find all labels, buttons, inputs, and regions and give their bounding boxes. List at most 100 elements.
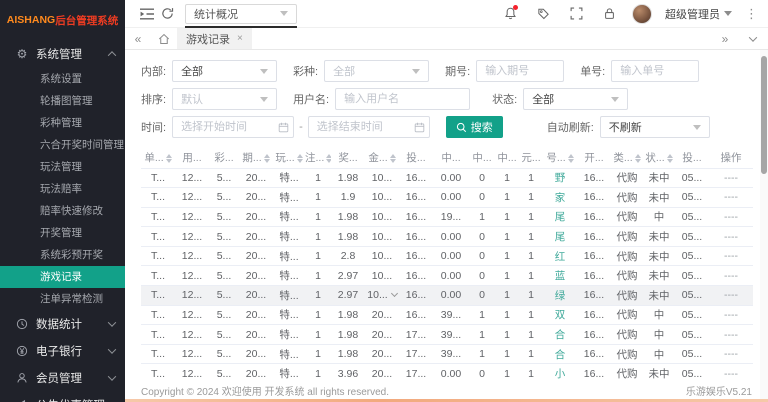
cell: 12... <box>175 207 209 227</box>
sort-icon[interactable] <box>297 154 303 163</box>
sidebar-group-3[interactable]: 公告优惠管理 <box>0 391 125 402</box>
order-no-label: 单号: <box>580 63 605 79</box>
sort-icon[interactable] <box>667 154 673 163</box>
table-row-7[interactable]: T...12...5...20...特...11.9820...16...39.… <box>141 305 753 325</box>
cell: 5... <box>209 305 239 325</box>
scroll-tabs-right-icon[interactable]: » <box>712 28 738 49</box>
cell: 20... <box>365 344 399 364</box>
sidebar-item-10[interactable]: 注单异常检测 <box>0 288 125 310</box>
user-avatar[interactable] <box>632 4 652 24</box>
sidebar-item-0[interactable]: 系统设置 <box>0 68 125 90</box>
tag-icon[interactable] <box>533 4 553 24</box>
column-header-4[interactable]: 玩... <box>273 148 305 168</box>
sort-icon[interactable] <box>390 154 396 163</box>
table-row-8[interactable]: T...12...5...20...特...11.9820...17...39.… <box>141 325 753 345</box>
cell: 特... <box>273 286 305 306</box>
table-row-9[interactable]: T...12...5...20...特...11.9820...17...39.… <box>141 344 753 364</box>
fullscreen-icon[interactable] <box>566 4 586 24</box>
sort-icon[interactable] <box>264 154 270 163</box>
cell: 39... <box>433 325 469 345</box>
sidebar-item-9-active[interactable]: 游戏记录 <box>0 266 125 288</box>
scroll-tabs-left-icon[interactable]: « <box>125 28 151 49</box>
collapse-menu-icon[interactable] <box>137 4 157 24</box>
column-header-7[interactable]: 金... <box>365 148 399 168</box>
issue-input[interactable] <box>476 60 564 82</box>
vertical-scrollbar-thumb[interactable] <box>761 56 767 174</box>
lottery-select[interactable]: 全部 <box>324 60 429 82</box>
home-icon[interactable] <box>151 28 177 49</box>
sort-icon[interactable] <box>635 154 641 163</box>
cell: 05... <box>675 168 709 188</box>
table-row-2[interactable]: T...12...5...20...特...11.9810...16...19.… <box>141 207 753 227</box>
module-select[interactable]: 统计概况 <box>185 4 297 24</box>
sidebar-item-6[interactable]: 赔率快速修改 <box>0 200 125 222</box>
column-header-15[interactable]: 类... <box>611 148 643 168</box>
close-icon[interactable]: × <box>237 33 243 44</box>
start-time-input[interactable] <box>172 116 294 138</box>
sort-icon[interactable] <box>166 154 172 163</box>
cell: 1.98 <box>331 325 365 345</box>
vertical-scrollbar-track[interactable] <box>760 50 768 399</box>
cell: ---- <box>709 344 753 364</box>
cell: T... <box>141 344 175 364</box>
search-button[interactable]: 搜索 <box>446 116 503 138</box>
order-no-input[interactable] <box>611 60 699 82</box>
auto-refresh-select[interactable]: 不刷新 <box>600 116 710 138</box>
end-time-input[interactable] <box>308 116 430 138</box>
cell: ---- <box>709 286 753 306</box>
column-header-13[interactable]: 号... <box>543 148 577 168</box>
lock-icon[interactable] <box>599 4 619 24</box>
sidebar-item-2[interactable]: 彩种管理 <box>0 112 125 134</box>
sidebar-group-0[interactable]: 数据统计 <box>0 310 125 337</box>
cell: 代购 <box>611 227 643 247</box>
table-row-6[interactable]: T...12...5...20...特...12.9710...16...0.0… <box>141 286 753 306</box>
cell: 1 <box>519 305 543 325</box>
table-row-3[interactable]: T...12...5...20...特...11.9810...16...0.0… <box>141 227 753 247</box>
sidebar-group-system[interactable]: ⚙ 系统管理 <box>0 40 125 68</box>
cell: 16... <box>399 286 433 306</box>
more-options-icon[interactable]: ⋮ <box>745 6 758 22</box>
cell: 16... <box>577 325 611 345</box>
sort-icon[interactable] <box>568 154 574 163</box>
sidebar-item-5[interactable]: 玩法赔率 <box>0 178 125 200</box>
column-header-0[interactable]: 单... <box>141 148 175 168</box>
cell: 1.98 <box>331 344 365 364</box>
table-body: T...12...5...20...特...11.9810...16...0.0… <box>141 168 753 384</box>
notifications-bell-icon[interactable] <box>500 4 520 24</box>
cell: T... <box>141 305 175 325</box>
status-select[interactable]: 全部 <box>523 88 628 110</box>
expand-chevron-icon[interactable] <box>391 290 398 297</box>
column-header-16[interactable]: 状... <box>643 148 675 168</box>
cell: 特... <box>273 207 305 227</box>
sidebar-group-2[interactable]: 会员管理 <box>0 364 125 391</box>
sort-select[interactable]: 默认 <box>172 88 277 110</box>
table-row-1[interactable]: T...12...5...20...特...11.910...16...0.00… <box>141 188 753 208</box>
table-row-5[interactable]: T...12...5...20...特...12.9710...16...0.0… <box>141 266 753 286</box>
cell: 1 <box>305 266 331 286</box>
cell: 1 <box>469 207 495 227</box>
sidebar-item-3[interactable]: 六合开奖时间管理 <box>0 134 125 156</box>
username-input[interactable] <box>335 88 470 110</box>
user-menu[interactable]: 超级管理员 <box>665 6 732 22</box>
table-row-0[interactable]: T...12...5...20...特...11.9810...16...0.0… <box>141 168 753 188</box>
tab-options-chevron-icon[interactable] <box>738 28 768 49</box>
gear-icon: ⚙ <box>14 47 30 61</box>
sidebar-group-1[interactable]: 电子银行 <box>0 337 125 364</box>
cell: 0 <box>469 246 495 266</box>
sidebar-item-7[interactable]: 开奖管理 <box>0 222 125 244</box>
cell: 5... <box>209 227 239 247</box>
cell: 1 <box>519 246 543 266</box>
tab-game-records[interactable]: 游戏记录 × <box>177 28 252 49</box>
app-logo: AISHANG后台管理系统 <box>0 0 125 40</box>
refresh-icon[interactable] <box>157 4 177 24</box>
sidebar-item-8[interactable]: 系统彩预开奖 <box>0 244 125 266</box>
sort-icon[interactable] <box>326 154 331 163</box>
column-header-3[interactable]: 期... <box>239 148 273 168</box>
table-row-4[interactable]: T...12...5...20...特...12.810...16...0.00… <box>141 246 753 266</box>
cell: 1 <box>495 188 519 208</box>
sidebar-item-4[interactable]: 玩法管理 <box>0 156 125 178</box>
internal-select[interactable]: 全部 <box>172 60 277 82</box>
cell: 1 <box>305 344 331 364</box>
sidebar-item-1[interactable]: 轮播图管理 <box>0 90 125 112</box>
column-header-5[interactable]: 注... <box>305 148 331 168</box>
